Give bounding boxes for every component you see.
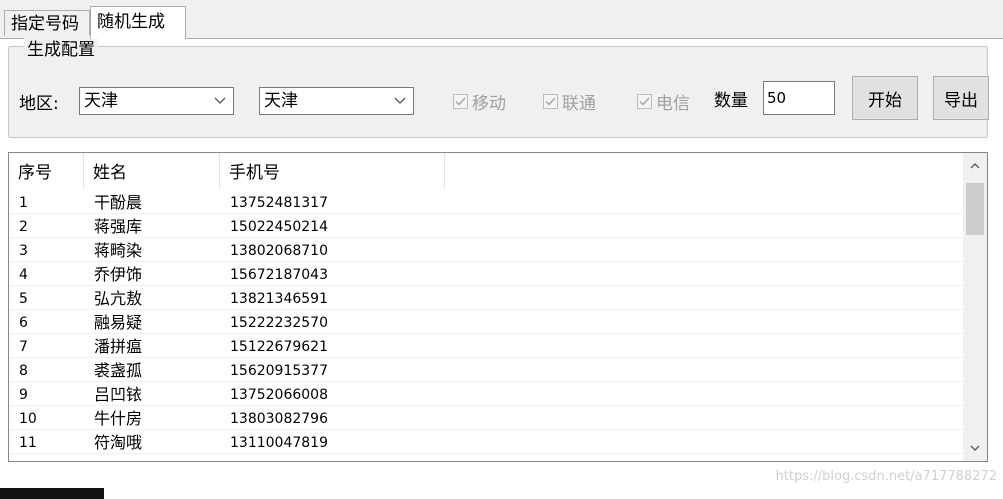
table-row[interactable]: 11 符淘哦 13110047819 [9,430,963,454]
chevron-down-icon [213,88,227,114]
table-row[interactable]: 4 乔伊饰 15672187043 [9,262,963,286]
cell-name: 符淘哦 [94,433,143,452]
cell-name: 弘亢敖 [94,289,143,308]
list-rows: 1 干酚晨 13752481317 2 蒋强库 15022450214 3 蒋畸染 138020… [9,190,963,454]
cell-name: 蒋强库 [94,217,143,236]
region-label: 地区: [19,94,59,114]
cell-seq: 11 [19,435,37,451]
cell-seq: 10 [19,411,37,427]
cell-seq: 5 [19,291,28,307]
cell-phone: 15222232570 [230,315,328,331]
checkmark-icon [543,94,558,109]
cell-phone: 15620915377 [230,363,328,379]
telecom-checkbox[interactable]: 电信 [637,89,690,114]
cell-seq: 1 [19,195,28,211]
export-button[interactable]: 导出 [933,76,989,120]
cell-seq: 6 [19,315,28,331]
cell-phone: 15122679621 [230,339,328,355]
cell-seq: 8 [19,363,28,379]
result-listview[interactable]: 序号 姓名 手机号 1 干酚晨 13752481317 2 蒋强库 15022450214… [8,152,988,462]
cell-phone: 13752481317 [230,195,328,211]
groupbox-title: 生成配置 [24,35,98,60]
chevron-down-icon [393,88,407,114]
table-row[interactable]: 6 融易疑 15222232570 [9,310,963,334]
scrollbar-thumb[interactable] [966,183,984,235]
count-label: 数量 [714,91,748,111]
table-row[interactable]: 3 蒋畸染 13802068710 [9,238,963,262]
table-row[interactable]: 8 裘盏孤 15620915377 [9,358,963,382]
cell-name: 牛什房 [94,409,143,428]
vertical-scrollbar[interactable] [963,153,987,461]
checkmark-icon [453,94,468,109]
row-gridline [9,453,963,454]
cell-name: 乔伊饰 [94,265,143,284]
config-groupbox: 生成配置 地区: 天津 天津 移动 联通 电信 数量 50 开始 导出 [8,35,989,138]
mobile-checkbox-label: 移动 [472,94,506,114]
table-row[interactable]: 7 潘拼瘟 15122679621 [9,334,963,358]
province-combo[interactable]: 天津 [79,87,234,115]
mobile-checkbox[interactable]: 移动 [453,89,506,114]
column-header-seq[interactable]: 序号 [9,153,84,189]
table-row[interactable]: 10 牛什房 13803082796 [9,406,963,430]
cell-phone: 13803082796 [230,411,328,427]
city-combo-value: 天津 [264,91,298,111]
cell-phone: 15672187043 [230,267,328,283]
tab-specified-number[interactable]: 指定号码 [4,10,90,36]
cell-seq: 2 [19,219,28,235]
scroll-down-icon[interactable] [963,437,987,459]
unicom-checkbox[interactable]: 联通 [543,89,596,114]
cell-phone: 13821346591 [230,291,328,307]
cell-phone: 13752066008 [230,387,328,403]
start-button[interactable]: 开始 [852,76,918,120]
cell-name: 干酚晨 [94,193,143,212]
column-header-name[interactable]: 姓名 [84,153,220,189]
city-combo[interactable]: 天津 [259,87,414,115]
cell-phone: 13802068710 [230,243,328,259]
cell-seq: 3 [19,243,28,259]
column-header-phone[interactable]: 手机号 [220,153,445,189]
count-input[interactable]: 50 [763,81,835,115]
unicom-checkbox-label: 联通 [562,94,596,114]
background-window-edge [0,488,104,499]
cell-seq: 4 [19,267,28,283]
cell-name: 蒋畸染 [94,241,143,260]
list-header: 序号 姓名 手机号 [9,153,963,189]
province-combo-value: 天津 [84,91,118,111]
table-row[interactable]: 2 蒋强库 15022450214 [9,214,963,238]
table-row[interactable]: 1 干酚晨 13752481317 [9,190,963,214]
cell-name: 裘盏孤 [94,361,143,380]
table-row[interactable]: 9 吕凹铱 13752066008 [9,382,963,406]
table-row[interactable]: 5 弘亢敖 13821346591 [9,286,963,310]
cell-name: 吕凹铱 [94,385,143,404]
checkmark-icon [637,94,652,109]
watermark-text: https://blog.csdn.net/a717788272 [775,469,997,484]
cell-seq: 9 [19,387,28,403]
cell-seq: 7 [19,339,28,355]
cell-name: 潘拼瘟 [94,337,143,356]
cell-name: 融易疑 [94,313,143,332]
cell-phone: 15022450214 [230,219,328,235]
tab-random-generate[interactable]: 随机生成 [90,6,186,39]
scroll-up-icon[interactable] [963,155,987,177]
telecom-checkbox-label: 电信 [656,94,690,114]
cell-phone: 13110047819 [230,435,328,451]
